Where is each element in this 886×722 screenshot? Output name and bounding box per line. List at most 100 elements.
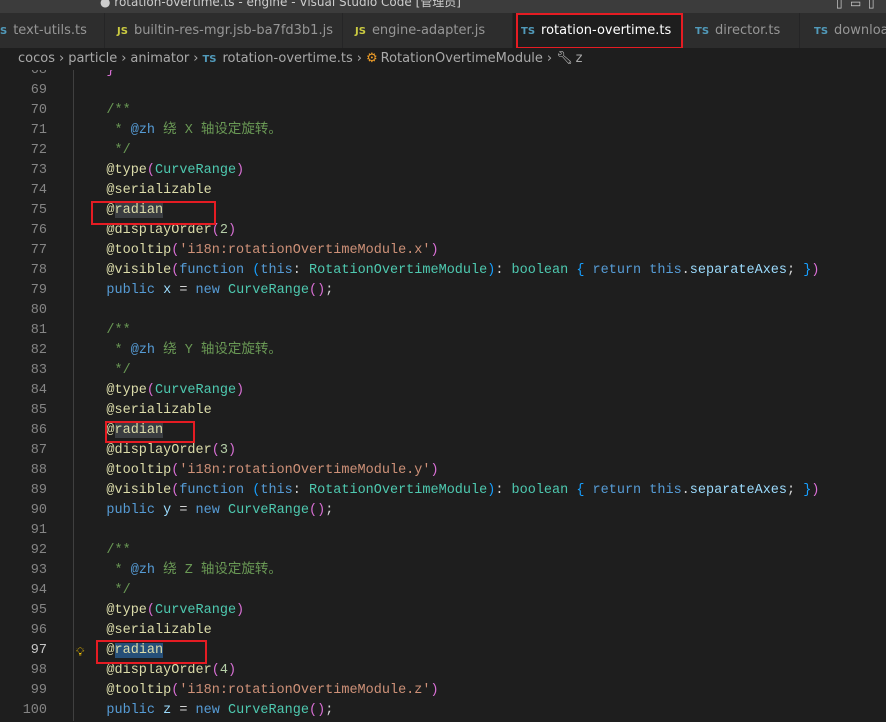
code-token: /** — [74, 323, 131, 338]
code-line[interactable]: 98 @displayOrder(4) — [0, 661, 886, 681]
code-line[interactable]: 80 — [0, 301, 886, 321]
code-line[interactable]: 87 @displayOrder(3) — [0, 441, 886, 461]
code-line[interactable]: 96 @serializable — [0, 621, 886, 641]
code-line[interactable]: 69 — [0, 81, 886, 101]
line-number: 70 — [30, 103, 47, 118]
tab-engine-adapter[interactable]: JS engine-adapter.js — [343, 13, 513, 48]
code-token: 'i18n:rotationOvertimeModule.x' — [179, 243, 431, 258]
breadcrumb-cocos[interactable]: cocos — [18, 51, 55, 66]
breadcrumb-class[interactable]: RotationOvertimeModule — [381, 51, 543, 66]
tab-label: text-utils.ts — [13, 23, 87, 38]
code-line[interactable]: 91 — [0, 521, 886, 541]
code-text: @displayOrder(4) — [74, 661, 236, 681]
code-token: CurveRange — [155, 603, 237, 618]
code-token: separateAxes — [689, 483, 787, 498]
code-line[interactable]: 77 @tooltip('i18n:rotationOvertimeModule… — [0, 241, 886, 261]
code-token: ) — [430, 683, 439, 698]
code-line[interactable]: 86 @radian — [0, 421, 886, 441]
code-line[interactable]: 88 @tooltip('i18n:rotationOvertimeModule… — [0, 461, 886, 481]
code-token: : — [495, 263, 512, 278]
code-token: 'i18n:rotationOvertimeModule.y' — [179, 463, 431, 478]
code-line[interactable]: 79 public x = new CurveRange(); — [0, 281, 886, 301]
code-token: ( — [308, 703, 318, 718]
code-token: ; — [787, 483, 804, 498]
code-token: 3 — [219, 443, 228, 458]
tab-builtin-res-mgr[interactable]: JS builtin-res-mgr.jsb-ba7fd3b1.js — [105, 13, 343, 48]
code-line[interactable]: 85 @serializable — [0, 401, 886, 421]
code-text: @tooltip('i18n:rotationOvertimeModule.y'… — [74, 461, 438, 481]
code-line[interactable]: 78 @visible(function (this: RotationOver… — [0, 261, 886, 281]
code-text: * @zh 绕 X 轴设定旋转。 — [74, 121, 282, 141]
code-token: @type — [74, 163, 147, 178]
panel-icon[interactable]: ▭ — [850, 0, 861, 10]
breadcrumb-property[interactable]: z — [576, 51, 583, 66]
breadcrumb-file[interactable]: rotation-overtime.ts — [223, 51, 353, 66]
code-token: ( — [211, 443, 220, 458]
code-line[interactable]: 81 /** — [0, 321, 886, 341]
code-token: @type — [74, 383, 147, 398]
code-token: ; — [325, 703, 334, 718]
tab-label: engine-adapter.js — [371, 23, 486, 38]
tab-download[interactable]: TS download — [800, 13, 886, 48]
code-line[interactable]: 74 @serializable — [0, 181, 886, 201]
code-line[interactable]: 70 /** — [0, 101, 886, 121]
tab-text-utils[interactable]: Stext-utils.ts — [0, 13, 105, 48]
code-text: /** — [74, 101, 130, 121]
tab-label: download — [834, 23, 886, 38]
code-line[interactable]: 89 @visible(function (this: RotationOver… — [0, 481, 886, 501]
tab-rotation-overtime[interactable]: TS rotation-overtime.ts — [513, 13, 690, 48]
line-number: 93 — [30, 563, 47, 578]
code-line[interactable]: 97 💡︎ @radian — [0, 641, 886, 661]
line-number: 78 — [30, 263, 47, 278]
code-token: ( — [308, 283, 318, 298]
tab-director[interactable]: TS director.ts — [683, 13, 800, 48]
breadcrumb-animator[interactable]: animator — [130, 51, 189, 66]
code-token: ) — [317, 283, 326, 298]
code-line[interactable]: 84 @type(CurveRange) — [0, 381, 886, 401]
code-line[interactable]: 92 /** — [0, 541, 886, 561]
code-token: @tooltip — [74, 683, 172, 698]
code-token: return — [584, 263, 650, 278]
code-line[interactable]: 83 */ — [0, 361, 886, 381]
code-token: CurveRange — [227, 503, 309, 518]
line-number: 90 — [30, 503, 47, 518]
code-token: : — [292, 483, 309, 498]
code-line[interactable]: 94 */ — [0, 581, 886, 601]
code-token: * — [74, 343, 131, 358]
code-editor[interactable]: 68 } 69 70 /** 71 * @zh 绕 X 轴设定旋转。 72 */73 @… — [0, 70, 886, 722]
line-number: 97 — [30, 643, 47, 658]
code-line[interactable]: 76 @displayOrder(2) — [0, 221, 886, 241]
code-line[interactable]: 93 * @zh 绕 Z 轴设定旋转。 — [0, 561, 886, 581]
tab-bar: Stext-utils.ts JS builtin-res-mgr.jsb-ba7… — [0, 13, 886, 48]
code-line[interactable]: 73 @type(CurveRange) — [0, 161, 886, 181]
sidebar-icon[interactable]: ▯ — [868, 0, 875, 10]
code-token: = — [171, 503, 196, 518]
line-number: 77 — [30, 243, 47, 258]
code-token: separateAxes — [689, 263, 787, 278]
code-token: ) — [227, 663, 237, 678]
layout-icon[interactable]: ▯ — [836, 0, 843, 10]
code-line[interactable]: 68 } — [0, 70, 886, 81]
line-number: 68 — [30, 70, 47, 78]
code-line[interactable]: 100 public z = new CurveRange(); — [0, 701, 886, 721]
code-token: public — [74, 503, 156, 518]
code-token: = — [171, 283, 196, 298]
code-line[interactable]: 71 * @zh 绕 X 轴设定旋转。 — [0, 121, 886, 141]
code-token: function — [179, 483, 245, 498]
line-number: 69 — [30, 83, 47, 98]
code-text: @tooltip('i18n:rotationOvertimeModule.z'… — [74, 681, 439, 701]
code-line[interactable]: 82 * @zh 绕 Y 轴设定旋转。 — [0, 341, 886, 361]
code-token: new — [195, 503, 220, 518]
code-token: this — [260, 263, 293, 278]
code-line[interactable]: 75 @radian — [0, 201, 886, 221]
code-line[interactable]: 95 @type(CurveRange) — [0, 601, 886, 621]
code-line[interactable]: 72 */ — [0, 141, 886, 161]
code-line[interactable]: 99 @tooltip('i18n:rotationOvertimeModule… — [0, 681, 886, 701]
code-token: @tooltip — [74, 463, 172, 478]
breadcrumb-particle[interactable]: particle — [68, 51, 117, 66]
code-text: @visible(function (this: RotationOvertim… — [74, 261, 819, 281]
code-line[interactable]: 90 public y = new CurveRange(); — [0, 501, 886, 521]
code-token: ) — [811, 263, 820, 278]
code-token: /** — [74, 543, 131, 558]
